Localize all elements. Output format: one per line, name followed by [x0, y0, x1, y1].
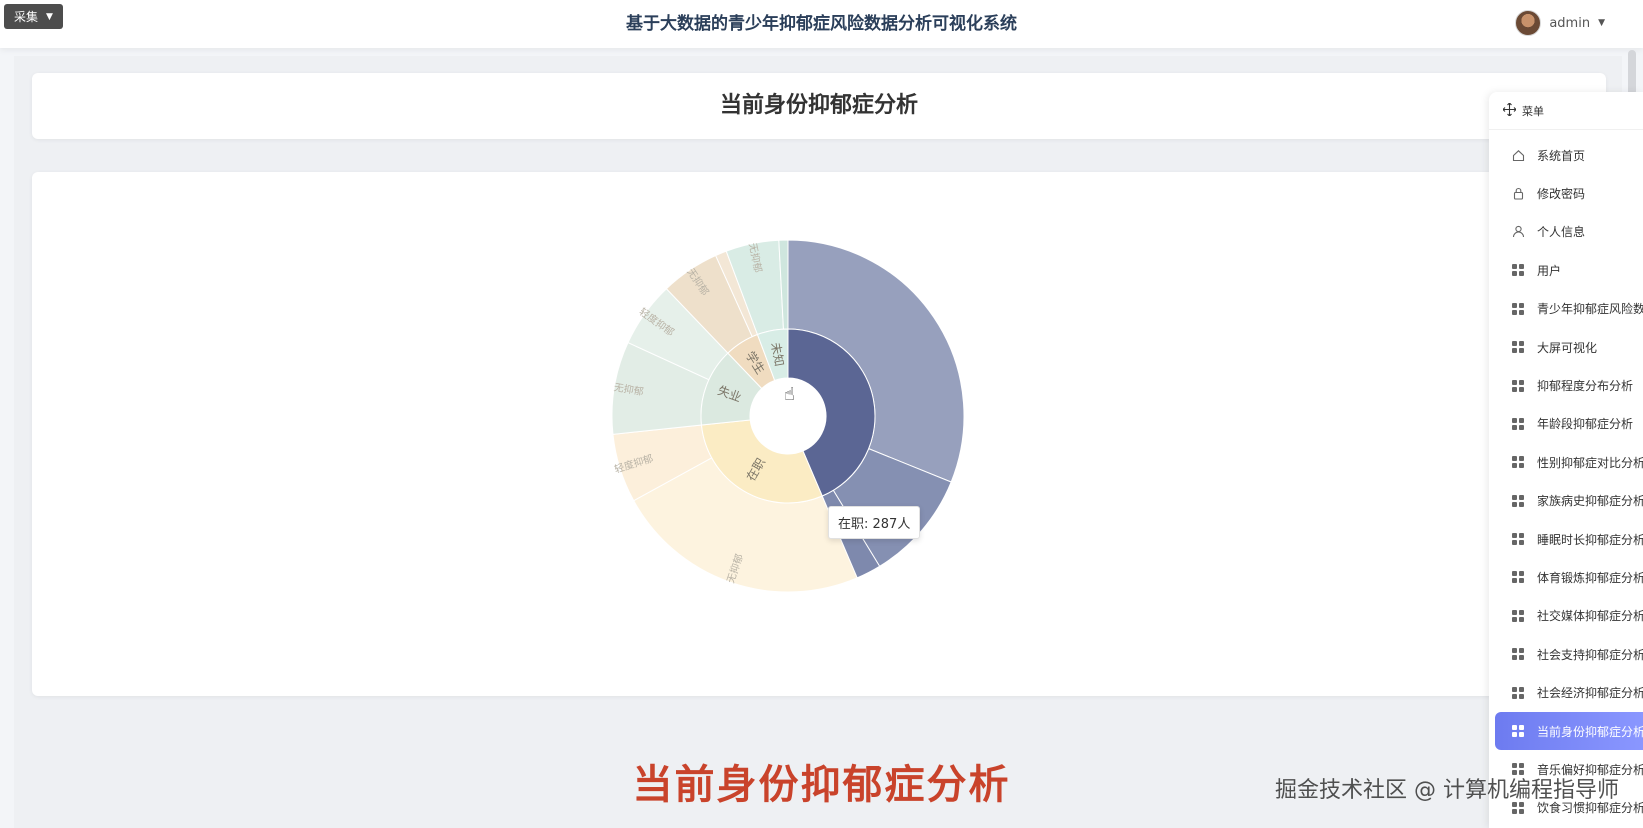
grid-icon: [1511, 455, 1525, 469]
grid-icon: [1511, 724, 1525, 738]
menu-item-label: 性别抑郁症对比分析: [1537, 455, 1643, 470]
menu-header-label: 菜单: [1522, 104, 1544, 118]
menu-item-label: 大屏可视化: [1537, 340, 1598, 355]
menu-item-12[interactable]: 社交媒体抑郁症分析: [1489, 597, 1643, 635]
grid-icon: [1511, 532, 1525, 546]
grid-icon: [1511, 647, 1525, 661]
menu-item-4[interactable]: 青少年抑郁症风险数据: [1489, 290, 1643, 328]
menu-item-6[interactable]: 抑郁程度分布分析: [1489, 366, 1643, 404]
page-title: 当前身份抑郁症分析: [719, 93, 918, 118]
avatar[interactable]: [1515, 10, 1542, 36]
hand-cursor-icon: ☝: [784, 384, 795, 405]
menu-item-label: 当前身份抑郁症分析: [1537, 724, 1643, 739]
menu-item-label: 年龄段抑郁症分析: [1537, 417, 1634, 432]
chart-tooltip: 在职: 287人: [828, 506, 921, 539]
grid-icon: [1511, 686, 1525, 700]
menu-item-label: 社会支持抑郁症分析: [1537, 647, 1643, 662]
grid-icon: [1511, 379, 1525, 393]
menu-item-0[interactable]: 系统首页: [1489, 136, 1643, 174]
grid-icon: [1511, 417, 1525, 431]
menu-item-label: 用户: [1537, 263, 1562, 278]
menu-item-8[interactable]: 性别抑郁症对比分析: [1489, 443, 1643, 481]
grid-icon: [1511, 570, 1525, 584]
grid-icon: [1511, 263, 1525, 277]
page-title-card: 当前身份抑郁症分析: [32, 73, 1606, 139]
menu-item-label: 社会经济抑郁症分析: [1537, 686, 1643, 701]
floating-menu: 菜单 系统首页修改密码个人信息用户青少年抑郁症风险数据大屏可视化抑郁程度分布分析…: [1489, 92, 1643, 828]
grid-icon: [1511, 302, 1525, 316]
home-icon: [1511, 148, 1525, 162]
menu-item-5[interactable]: 大屏可视化: [1489, 328, 1643, 366]
menu-item-label: 系统首页: [1537, 148, 1586, 163]
menu-item-label: 青少年抑郁症风险数据: [1537, 302, 1643, 317]
grid-icon: [1511, 609, 1525, 623]
menu-item-label: 个人信息: [1537, 225, 1586, 240]
menu-item-label: 体育锻炼抑郁症分析: [1537, 570, 1643, 585]
grid-icon: [1511, 494, 1525, 508]
caret-down-icon: ▼: [1598, 18, 1605, 28]
app-title: 基于大数据的青少年抑郁症风险数据分析可视化系统: [626, 14, 1017, 34]
menu-item-1[interactable]: 修改密码: [1489, 174, 1643, 212]
menu-header[interactable]: 菜单: [1489, 92, 1643, 130]
username: admin: [1549, 15, 1591, 31]
menu-item-label: 修改密码: [1537, 187, 1586, 202]
grid-icon: [1511, 340, 1525, 354]
menu-item-label: 睡眠时长抑郁症分析: [1537, 532, 1643, 547]
menu-item-14[interactable]: 社会经济抑郁症分析: [1489, 673, 1643, 711]
scrollbar[interactable]: [1628, 50, 1636, 96]
move-icon[interactable]: [1502, 102, 1517, 119]
watermark: 掘金技术社区 @ 计算机编程指导师: [1275, 778, 1619, 803]
menu-item-15[interactable]: 当前身份抑郁症分析: [1495, 711, 1643, 751]
menu-item-10[interactable]: 睡眠时长抑郁症分析: [1489, 520, 1643, 558]
menu-item-13[interactable]: 社会支持抑郁症分析: [1489, 635, 1643, 673]
lock-icon: [1511, 187, 1525, 201]
menu-item-label: 抑郁程度分布分析: [1537, 379, 1634, 394]
menu-item-7[interactable]: 年龄段抑郁症分析: [1489, 405, 1643, 443]
chart-card: 无抑郁 轻度抑郁 无抑郁 轻度抑郁 无抑郁 无抑郁 在职 失业 学生 未知: [32, 172, 1606, 696]
user-icon: [1511, 225, 1525, 239]
top-header: 采集 ▼ 基于大数据的青少年抑郁症风险数据分析可视化系统 admin ▼: [0, 0, 1643, 48]
menu-item-11[interactable]: 体育锻炼抑郁症分析: [1489, 558, 1643, 596]
menu-item-2[interactable]: 个人信息: [1489, 213, 1643, 251]
menu-item-label: 家族病史抑郁症分析: [1537, 494, 1643, 509]
menu-item-9[interactable]: 家族病史抑郁症分析: [1489, 482, 1643, 520]
user-menu[interactable]: admin ▼: [1515, 9, 1605, 37]
menu-list: 系统首页修改密码个人信息用户青少年抑郁症风险数据大屏可视化抑郁程度分布分析年龄段…: [1489, 130, 1643, 827]
menu-item-label: 社交媒体抑郁症分析: [1537, 609, 1643, 624]
sunburst-chart[interactable]: 无抑郁轻度抑郁无抑郁轻度抑郁无抑郁无抑郁在职失业学生 未知: [32, 172, 1606, 696]
menu-item-3[interactable]: 用户: [1489, 251, 1643, 289]
